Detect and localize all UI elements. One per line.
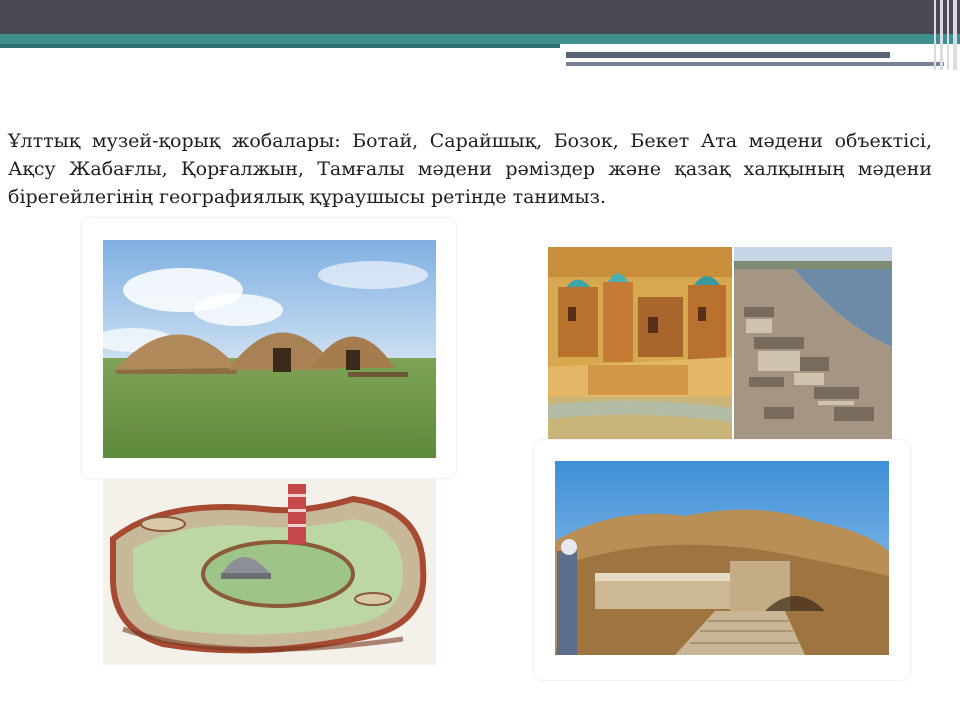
bozok-reconstruction	[103, 479, 436, 665]
header-bar	[0, 0, 960, 34]
header-accent-line	[0, 44, 560, 48]
saraishyk-ruins	[734, 247, 892, 439]
beket-ata-photo	[555, 461, 889, 655]
botai-photo	[103, 240, 436, 458]
header-stripe	[566, 62, 944, 66]
header-vertical-lines	[930, 0, 960, 70]
slide-text: Ұлттық музей-қорық жобалары: Ботай, Сара…	[8, 130, 932, 208]
header-accent-band	[0, 34, 960, 44]
saraishyk-painting	[548, 247, 732, 439]
header-stripe	[566, 52, 890, 58]
